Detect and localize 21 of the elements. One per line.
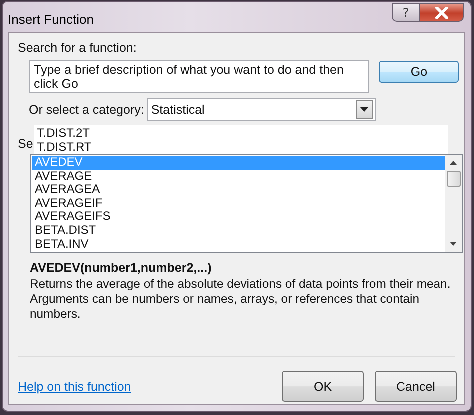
function-item[interactable]: BETA.DIST [32,224,445,238]
function-item[interactable]: AVERAGEA [32,183,445,197]
cancel-button[interactable]: Cancel [375,371,457,402]
help-link[interactable]: Help on this function [18,380,132,394]
function-description: Returns the average of the absolute deviations of data points from their mean. Arguments can be numbers or names, arrays, or references that contain numbers. [30,277,452,322]
category-dropdown[interactable]: Statistical [147,98,376,121]
function-signature: AVEDEV(number1,number2,...) [30,261,213,275]
search-label: Search for a function: [18,41,138,55]
function-item[interactable]: AVERAGEIF [32,196,445,210]
category-option[interactable]: T.DIST.RT [37,140,448,154]
function-item[interactable]: AVERAGEIFS [32,210,445,224]
category-option[interactable]: T.DIST.2T [37,126,448,140]
window-title: Insert Function [8,12,94,27]
search-field[interactable]: Type a brief description of what you want to do and then click Go [29,60,370,93]
help-button[interactable]: ? [392,3,420,22]
go-button[interactable]: Go [379,61,459,83]
category-label: Or select a category: [29,102,144,116]
function-list-label: Se [18,137,34,153]
function-item[interactable]: AVERAGE [32,170,445,184]
function-item[interactable]: BETA.INV [32,238,445,252]
ok-button[interactable]: OK [282,371,364,402]
